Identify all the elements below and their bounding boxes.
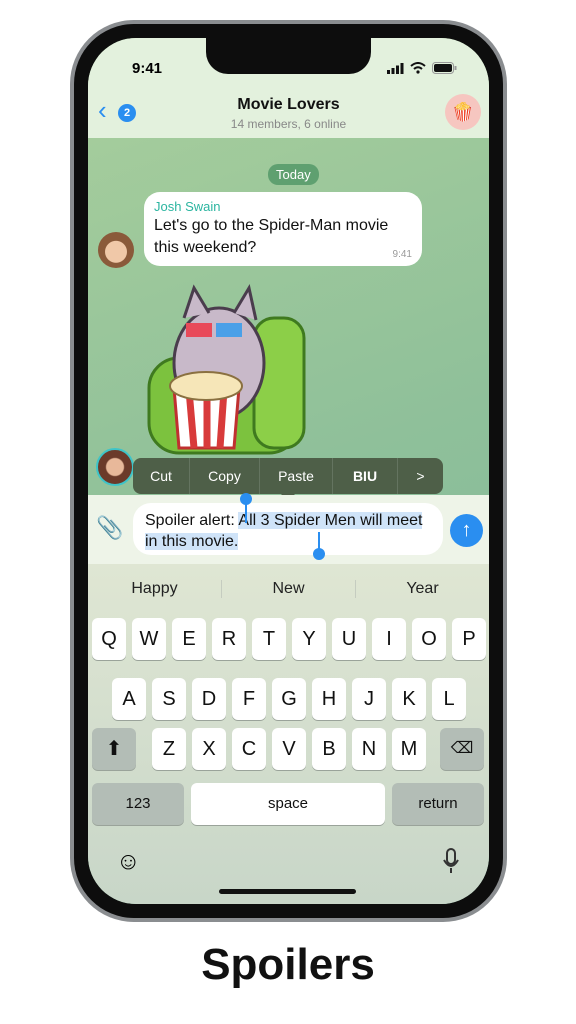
menu-more-chevron-icon[interactable]: > bbox=[398, 458, 443, 494]
key-g[interactable]: G bbox=[272, 678, 306, 720]
key-a[interactable]: A bbox=[112, 678, 146, 720]
battery-icon bbox=[432, 62, 457, 74]
key-j[interactable]: J bbox=[352, 678, 386, 720]
selection-end-handle[interactable] bbox=[313, 532, 325, 560]
notch bbox=[206, 38, 371, 74]
key-k[interactable]: K bbox=[392, 678, 426, 720]
key-n[interactable]: N bbox=[352, 728, 386, 770]
key-v[interactable]: V bbox=[272, 728, 306, 770]
screen: 9:41 ‹ 2 Movie Lovers 14 members, 6 onli… bbox=[88, 38, 489, 904]
suggestion[interactable]: Happy bbox=[88, 580, 222, 598]
message-input[interactable]: Spoiler alert: All 3 Spider Men will mee… bbox=[133, 503, 443, 555]
message-time: 9:41 bbox=[392, 249, 412, 260]
send-arrow-icon[interactable]: ↑ bbox=[450, 514, 483, 547]
key-x[interactable]: X bbox=[192, 728, 226, 770]
key-c[interactable]: C bbox=[232, 728, 266, 770]
emoji-icon[interactable]: ☺ bbox=[116, 848, 141, 876]
attach-paperclip-icon[interactable]: 📎 bbox=[96, 515, 123, 541]
key-m[interactable]: M bbox=[392, 728, 426, 770]
key-l[interactable]: L bbox=[432, 678, 466, 720]
microphone-icon[interactable] bbox=[443, 848, 459, 874]
key-f[interactable]: F bbox=[232, 678, 266, 720]
key-d[interactable]: D bbox=[192, 678, 226, 720]
cat-popcorn-sticker[interactable] bbox=[144, 278, 314, 458]
key-w[interactable]: W bbox=[132, 618, 166, 660]
home-indicator bbox=[219, 889, 356, 894]
numbers-key[interactable]: 123 bbox=[92, 783, 184, 825]
phone-frame: 9:41 ‹ 2 Movie Lovers 14 members, 6 onli… bbox=[70, 20, 507, 922]
keyboard: Happy New Year QWERTYUIOPASDFGHJKLZXCVBN… bbox=[88, 564, 489, 904]
context-menu: Cut Copy Paste BIU > bbox=[133, 458, 443, 501]
message-bubble[interactable]: Josh Swain Let's go to the Spider-Man mo… bbox=[144, 192, 422, 266]
caption: Spoilers bbox=[201, 940, 375, 989]
suggestion[interactable]: New bbox=[222, 580, 356, 598]
status-icons bbox=[387, 62, 457, 74]
key-i[interactable]: I bbox=[372, 618, 406, 660]
date-chip: Today bbox=[268, 164, 319, 185]
chat-subtitle: 14 members, 6 online bbox=[230, 117, 347, 131]
menu-copy[interactable]: Copy bbox=[190, 458, 260, 494]
key-s[interactable]: S bbox=[152, 678, 186, 720]
group-avatar-popcorn-icon[interactable]: 🍿 bbox=[445, 94, 481, 130]
key-o[interactable]: O bbox=[412, 618, 446, 660]
status-time: 9:41 bbox=[132, 60, 163, 77]
composer: 📎 Spoiler alert: All 3 Spider Men will m… bbox=[88, 493, 489, 564]
wifi-icon bbox=[410, 62, 426, 74]
menu-format[interactable]: BIU bbox=[333, 458, 398, 494]
key-r[interactable]: R bbox=[212, 618, 246, 660]
shift-key-icon[interactable]: ⬆ bbox=[92, 728, 136, 770]
suggestion-bar: Happy New Year bbox=[88, 564, 489, 614]
menu-paste[interactable]: Paste bbox=[260, 458, 333, 494]
key-e[interactable]: E bbox=[172, 618, 206, 660]
unselected-text: Spoiler alert: bbox=[145, 512, 239, 529]
key-u[interactable]: U bbox=[332, 618, 366, 660]
key-q[interactable]: Q bbox=[92, 618, 126, 660]
key-p[interactable]: P bbox=[452, 618, 486, 660]
selection-start-handle[interactable] bbox=[240, 493, 252, 523]
key-y[interactable]: Y bbox=[292, 618, 326, 660]
menu-cut[interactable]: Cut bbox=[133, 458, 190, 494]
space-key[interactable]: space bbox=[191, 783, 385, 825]
key-h[interactable]: H bbox=[312, 678, 346, 720]
message-text: Let's go to the Spider-Man movie this we… bbox=[154, 217, 389, 256]
suggestion[interactable]: Year bbox=[356, 580, 489, 598]
key-t[interactable]: T bbox=[252, 618, 286, 660]
signal-icon bbox=[387, 62, 404, 74]
user-avatar[interactable] bbox=[96, 448, 134, 486]
backspace-key-icon[interactable]: ⌫ bbox=[440, 728, 484, 770]
sender-avatar[interactable] bbox=[98, 232, 134, 268]
message-sender[interactable]: Josh Swain bbox=[154, 199, 412, 214]
key-b[interactable]: B bbox=[312, 728, 346, 770]
key-z[interactable]: Z bbox=[152, 728, 186, 770]
chat-title[interactable]: Movie Lovers bbox=[88, 96, 489, 114]
return-key[interactable]: return bbox=[392, 783, 484, 825]
